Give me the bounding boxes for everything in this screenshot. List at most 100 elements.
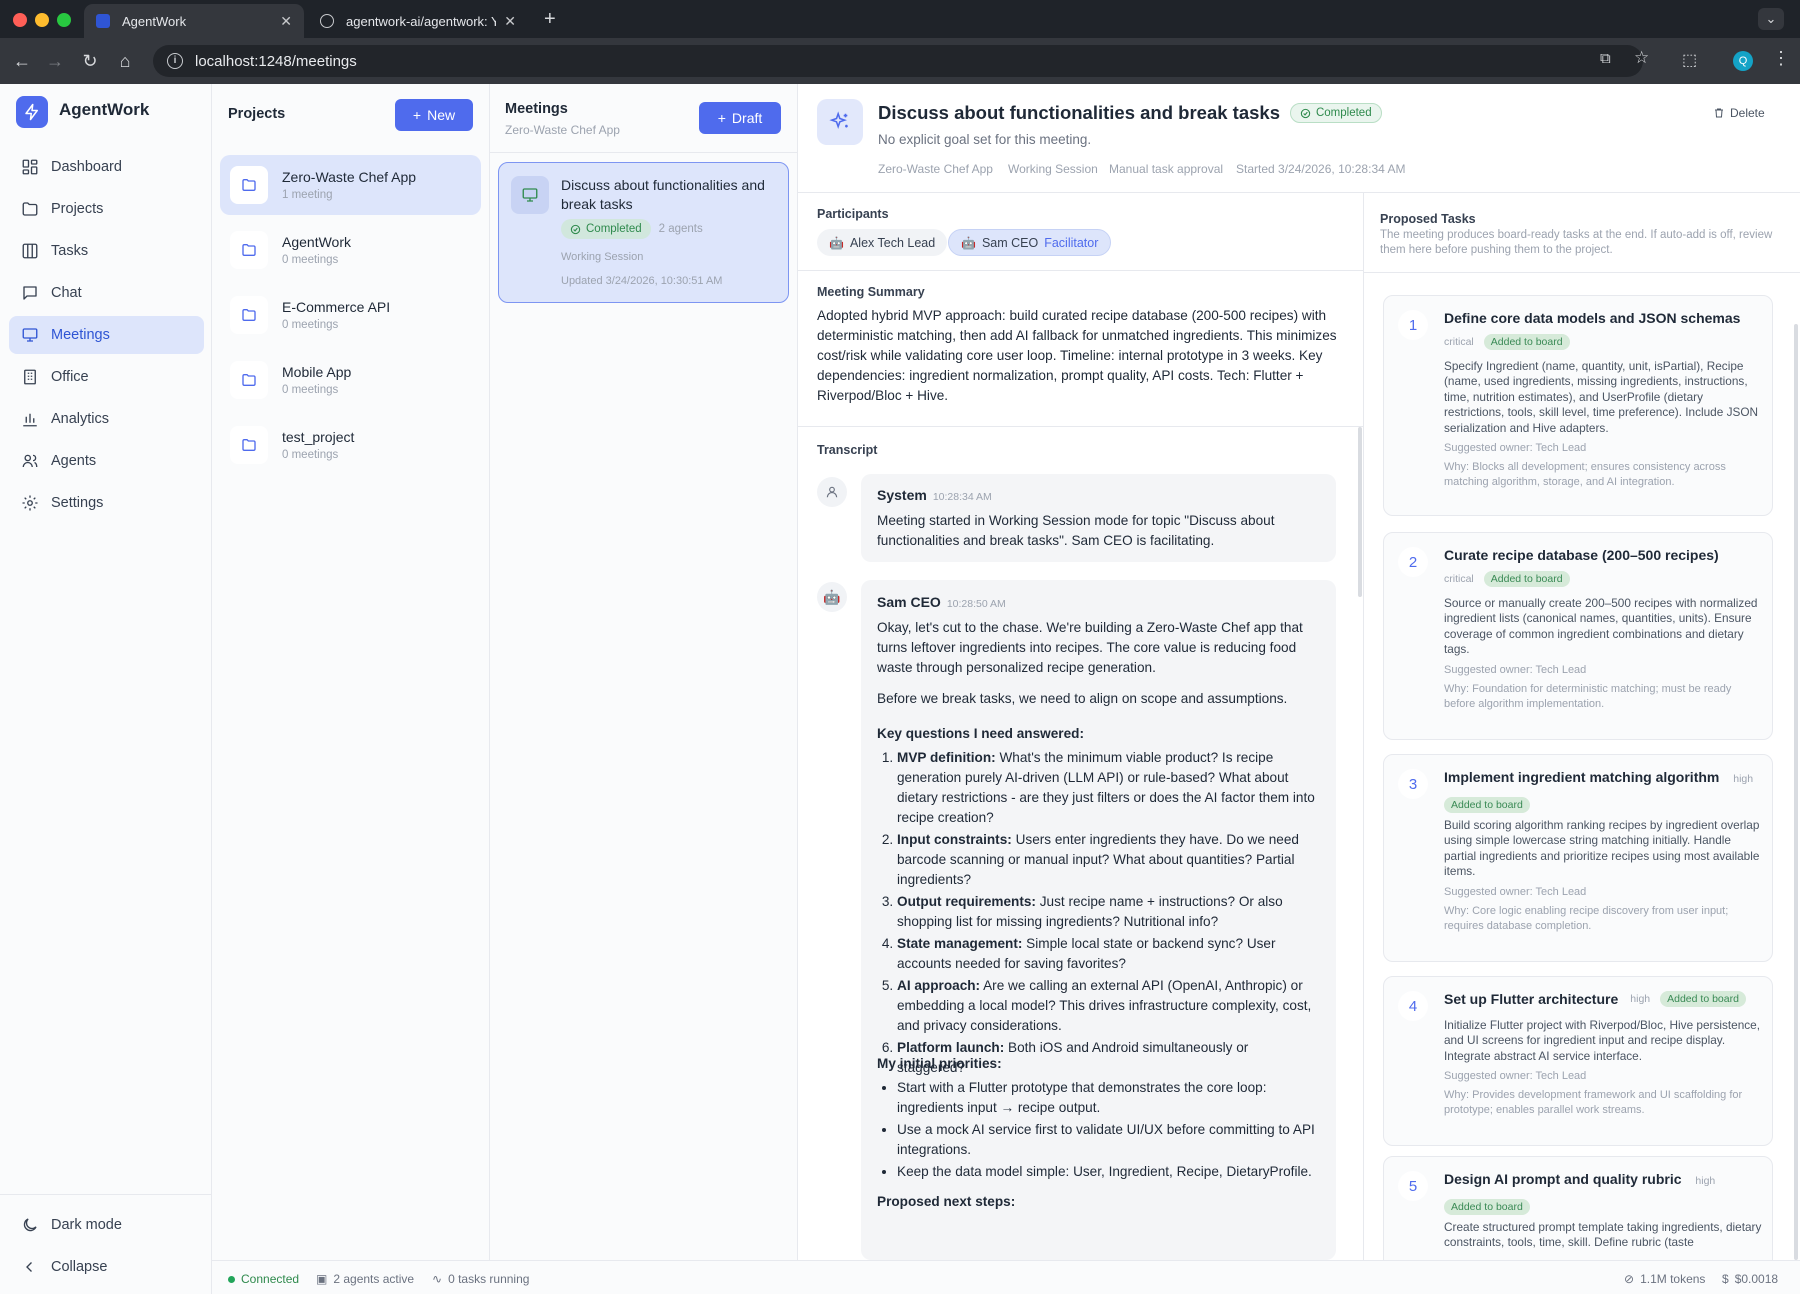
- project-name: test_project: [282, 429, 355, 445]
- meeting-goal: No explicit goal set for this meeting.: [878, 132, 1092, 147]
- sidebar-item-chat[interactable]: Chat: [9, 274, 204, 312]
- close-window-button[interactable]: [13, 13, 27, 27]
- list-item: AI approach: Are we calling an external …: [897, 976, 1317, 1036]
- sidebar-item-label: Tasks: [51, 243, 89, 259]
- participants-label: Participants: [817, 207, 889, 221]
- task-badges: Added to board: [1444, 795, 1530, 813]
- agentwork-favicon-icon: [96, 14, 110, 28]
- dark-mode-toggle[interactable]: Dark mode: [9, 1206, 204, 1244]
- new-tab-icon[interactable]: +: [544, 8, 556, 31]
- delete-meeting-button[interactable]: Delete: [1713, 106, 1765, 120]
- install-app-icon[interactable]: ⧉: [1600, 50, 1620, 70]
- task-description: Initialize Flutter project with Riverpod…: [1444, 1018, 1761, 1063]
- sidebar-item-analytics[interactable]: Analytics: [9, 400, 204, 438]
- task-description: Source or manually create 200–500 recipe…: [1444, 596, 1758, 657]
- agentwork-app: AgentWork Dashboard Projects Tasks Chat …: [0, 84, 1800, 1294]
- meeting-card-title: Discuss about functionalities and break …: [561, 176, 781, 214]
- sidebar-item-dashboard[interactable]: Dashboard: [9, 148, 204, 186]
- added-to-board-badge: Added to board: [1483, 571, 1570, 587]
- browser-tab-github[interactable]: agentwork-ai/agentwork: You ✕: [308, 4, 528, 38]
- agent-count: 2 agents: [658, 223, 703, 235]
- project-item[interactable]: Mobile App 0 meetings: [220, 350, 481, 410]
- collapse-sidebar-button[interactable]: Collapse: [9, 1248, 204, 1286]
- moon-icon: [23, 1218, 37, 1232]
- close-tab-icon[interactable]: ✕: [504, 13, 516, 30]
- meetings-panel: Meetings Zero-Waste Chef App + Draft Disc…: [490, 84, 798, 1260]
- task-card[interactable]: 1 Define core data models and JSON schem…: [1383, 295, 1773, 516]
- sidebar-item-label: Office: [51, 369, 89, 385]
- home-icon[interactable]: ⌂: [114, 50, 136, 72]
- sparkles-icon: [817, 99, 863, 145]
- transcript-scrollbar[interactable]: [1358, 427, 1362, 597]
- participant-chip[interactable]: 🤖 Alex Tech Lead: [817, 229, 948, 256]
- gear-icon: [22, 495, 38, 511]
- profile-avatar[interactable]: Q: [1733, 51, 1753, 71]
- task-title-row: Set up Flutter architecture high Added t…: [1444, 991, 1746, 1007]
- meeting-detail: Discuss about functionalities and break …: [798, 84, 1800, 1260]
- new-project-button[interactable]: + New: [395, 99, 473, 131]
- meeting-title-row: Discuss about functionalities and break …: [878, 102, 1382, 124]
- task-card[interactable]: 5 Design AI prompt and quality rubric hi…: [1383, 1156, 1773, 1260]
- forward-arrow-icon[interactable]: →: [44, 50, 66, 72]
- project-item[interactable]: E-Commerce API 0 meetings: [220, 285, 481, 345]
- sidebar-item-office[interactable]: Office: [9, 358, 204, 396]
- next-steps-heading: Proposed next steps:: [877, 1194, 1016, 1209]
- meetings-divider: [490, 152, 798, 153]
- sidebar-item-agents[interactable]: Agents: [9, 442, 204, 480]
- project-item[interactable]: test_project 0 meetings: [220, 415, 481, 475]
- sidebar-item-settings[interactable]: Settings: [9, 484, 204, 522]
- list-item: Output requirements: Just recipe name + …: [897, 892, 1317, 932]
- browser-tab-agentwork[interactable]: AgentWork ✕: [84, 4, 304, 38]
- draft-meeting-button[interactable]: + Draft: [699, 102, 781, 134]
- task-rationale: Why: Blocks all development; ensures con…: [1444, 461, 1726, 489]
- bookmark-star-icon[interactable]: ☆: [1634, 48, 1649, 68]
- tokens-text: 1.1M tokens: [1640, 1272, 1706, 1286]
- added-to-board-badge: Added to board: [1444, 1199, 1530, 1215]
- task-title: Design AI prompt and quality rubric: [1444, 1171, 1682, 1187]
- task-description: Create structured prompt template taking…: [1444, 1220, 1762, 1250]
- close-tab-icon[interactable]: ✕: [280, 13, 292, 30]
- reload-icon[interactable]: ↻: [79, 50, 101, 72]
- robot-icon: 🤖: [961, 235, 976, 250]
- message-paragraph: Before we break tasks, we need to align …: [877, 691, 1288, 706]
- sidebar-item-meetings[interactable]: Meetings: [9, 316, 204, 354]
- task-card[interactable]: 2 Curate recipe database (200–500 recipe…: [1383, 532, 1773, 740]
- message-time: 10:28:50 AM: [946, 598, 1006, 610]
- sidebar-item-projects[interactable]: Projects: [9, 190, 204, 228]
- meeting-card[interactable]: Discuss about functionalities and break …: [498, 162, 789, 303]
- project-name: AgentWork: [282, 234, 351, 250]
- sidebar-item-label: Agents: [51, 453, 97, 469]
- priority-label: high: [1695, 1175, 1716, 1187]
- minimize-window-button[interactable]: [35, 13, 49, 27]
- meta-started: Started 3/24/2026, 10:28:34 AM: [1236, 162, 1406, 176]
- project-item[interactable]: Zero-Waste Chef App 1 meeting: [220, 155, 481, 215]
- sidebar-item-tasks[interactable]: Tasks: [9, 232, 204, 270]
- back-arrow-icon[interactable]: ←: [11, 50, 33, 72]
- task-owner: Suggested owner: Tech Lead: [1444, 1070, 1587, 1082]
- site-info-icon[interactable]: i: [167, 53, 183, 69]
- project-item[interactable]: AgentWork 0 meetings: [220, 220, 481, 280]
- tab-search-chevron-icon[interactable]: ⌄: [1758, 8, 1784, 30]
- app-logo-icon: [16, 96, 48, 128]
- sidebar-item-label: Settings: [51, 495, 104, 511]
- task-badges: critical Added to board: [1444, 334, 1570, 350]
- status-text: Completed: [586, 223, 642, 235]
- agents-status: ▣ 2 agents active: [316, 1272, 414, 1286]
- github-favicon-icon: [320, 14, 334, 28]
- cost-status: $ $0.0018: [1722, 1272, 1778, 1286]
- participant-chip-facilitator[interactable]: 🤖 Sam CEO Facilitator: [948, 229, 1112, 256]
- task-card[interactable]: 4 Set up Flutter architecture high Added…: [1383, 976, 1773, 1146]
- browser-menu-icon[interactable]: ⋮: [1772, 48, 1790, 69]
- address-bar[interactable]: i localhost:1248/meetings: [153, 45, 1643, 77]
- tasks-scrollbar[interactable]: [1794, 324, 1798, 1260]
- message-paragraph: Okay, let's cut to the chase. We're buil…: [877, 620, 1303, 675]
- task-card[interactable]: 3 Implement ingredient matching algorith…: [1383, 754, 1773, 962]
- transcript-label: Transcript: [817, 443, 878, 457]
- extensions-puzzle-icon[interactable]: ⬚: [1682, 50, 1697, 70]
- status-bar: Connected ▣ 2 agents active ∿ 0 tasks ru…: [212, 1260, 1800, 1294]
- tasks-status: ∿ 0 tasks running: [432, 1272, 529, 1286]
- sidebar-item-label: Analytics: [51, 411, 110, 427]
- maximize-window-button[interactable]: [57, 13, 71, 27]
- task-number: 4: [1398, 991, 1428, 1021]
- project-meeting-count: 0 meetings: [282, 449, 339, 461]
